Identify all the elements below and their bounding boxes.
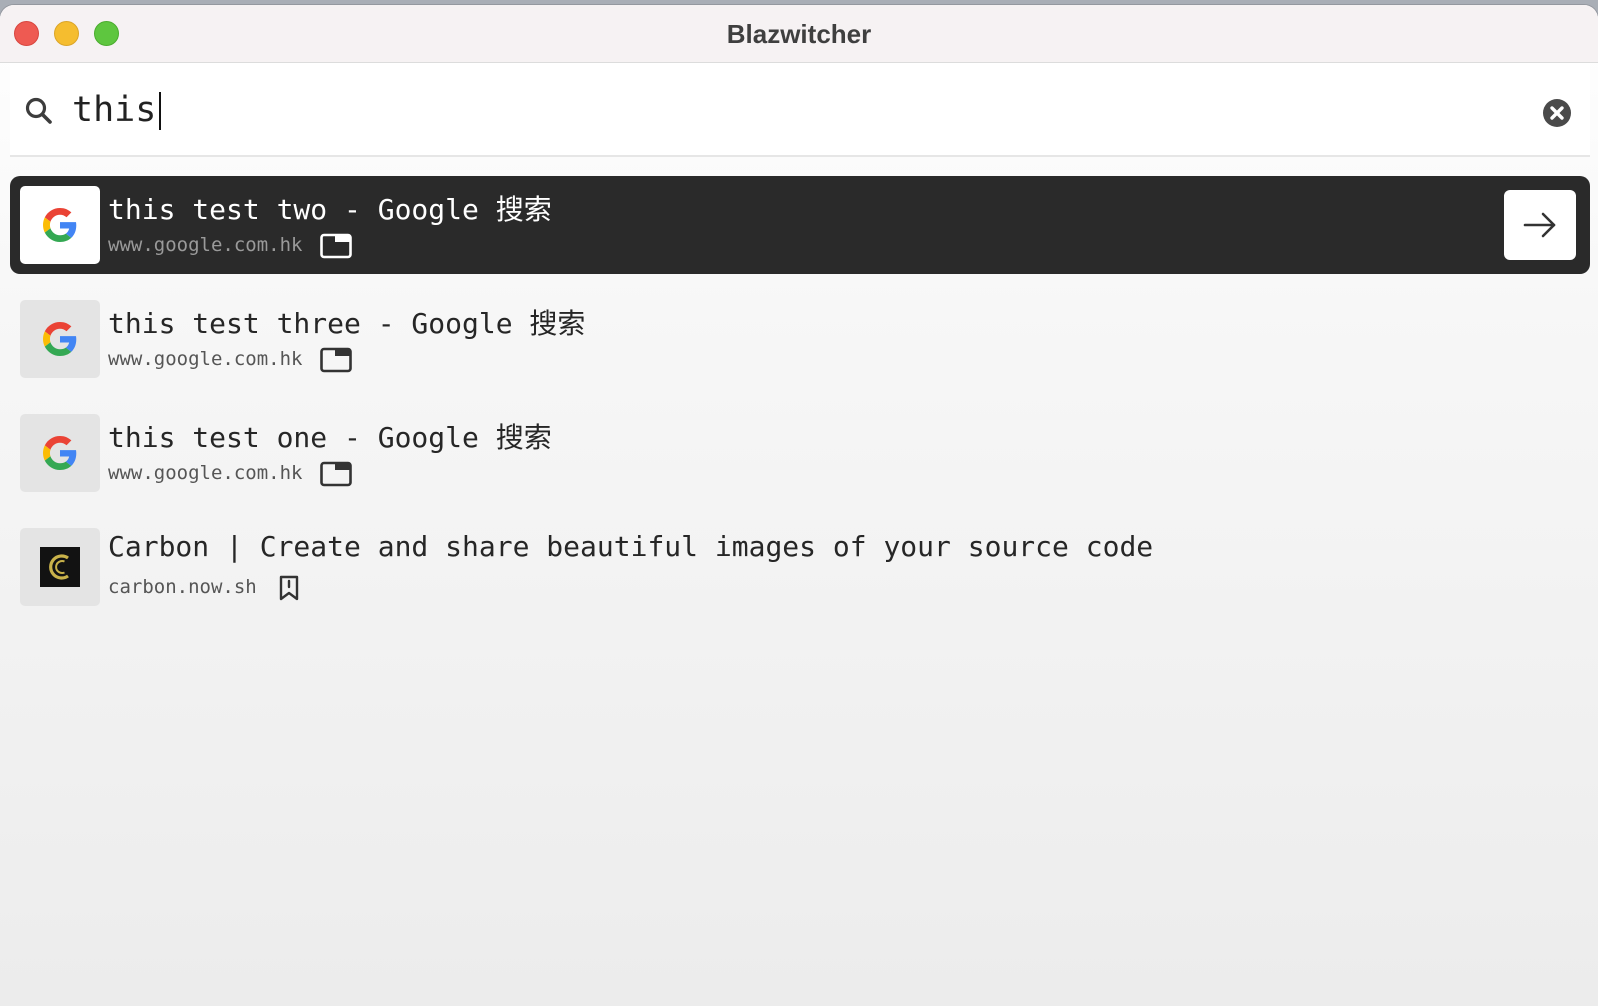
open-result-button[interactable] <box>1504 190 1576 260</box>
search-icon <box>25 97 52 124</box>
result-url: www.google.com.hk <box>108 348 303 370</box>
tab-icon <box>320 461 352 487</box>
google-icon <box>43 208 77 242</box>
arrow-right-icon <box>1523 212 1556 238</box>
tab-icon <box>320 347 352 373</box>
search-input[interactable] <box>72 88 1472 132</box>
bookmark-icon <box>279 575 299 601</box>
result-url: www.google.com.hk <box>108 234 303 256</box>
result-item[interactable]: Carbon | Create and share beautiful imag… <box>10 518 1590 616</box>
favicon <box>20 186 100 264</box>
text-cursor <box>159 92 161 130</box>
google-icon <box>43 322 77 356</box>
result-title: this test one - Google 搜索 <box>108 421 552 454</box>
carbon-icon <box>40 547 80 587</box>
favicon <box>20 414 100 492</box>
app-window: Blazwitcher this test two - Google 搜索 ww… <box>0 5 1598 1006</box>
title-bar: Blazwitcher <box>0 5 1598 63</box>
google-icon <box>43 436 77 470</box>
result-title: Carbon | Create and share beautiful imag… <box>108 530 1154 563</box>
result-url: www.google.com.hk <box>108 462 303 484</box>
favicon <box>20 300 100 378</box>
result-title: this test three - Google 搜索 <box>108 307 586 340</box>
result-title: this test two - Google 搜索 <box>108 193 552 226</box>
result-url: carbon.now.sh <box>108 576 257 598</box>
window-title: Blazwitcher <box>726 19 872 49</box>
clear-search-icon[interactable] <box>1542 98 1572 128</box>
result-item[interactable]: this test one - Google 搜索 www.google.com… <box>10 404 1590 502</box>
tab-icon <box>320 233 352 259</box>
result-item[interactable]: this test three - Google 搜索 www.google.c… <box>10 290 1590 388</box>
result-item[interactable]: this test two - Google 搜索 www.google.com… <box>10 176 1590 274</box>
favicon <box>20 528 100 606</box>
search-bar <box>10 63 1590 157</box>
